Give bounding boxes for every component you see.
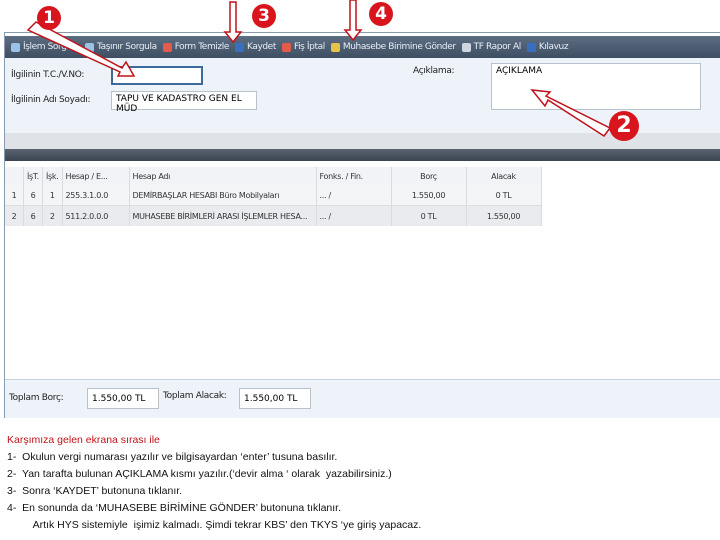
arrow-1: [26, 21, 136, 77]
callout-1: 1: [37, 6, 61, 30]
step-4: 4- En sonunda da ‘MUHASEBE BİRİMİNE GÖND…: [7, 502, 342, 514]
callout-3: 3: [252, 4, 276, 28]
arrow-4: [343, 0, 363, 42]
callout-4: 4: [369, 2, 393, 26]
instructions-heading: Karşımıza gelen ekrana sırası ile: [7, 434, 160, 446]
step-3: 3- Sonra ‘KAYDET’ butonuna tıklanır.: [7, 485, 183, 497]
arrow-3: [223, 1, 243, 44]
callout-2: 2: [609, 111, 639, 141]
instructions: Karşımıza gelen ekrana sırası ile 1- Oku…: [7, 432, 421, 534]
closing-note: Artık HYS sistemiyle işimiz kalmadı. Şim…: [7, 519, 422, 531]
arrow-2: [530, 89, 612, 138]
step-2: 2- Yan tarafta bulunan AÇIKLAMA kısmı ya…: [7, 468, 392, 480]
step-1: 1- Okulun vergi numarası yazılır ve bilg…: [7, 451, 338, 463]
